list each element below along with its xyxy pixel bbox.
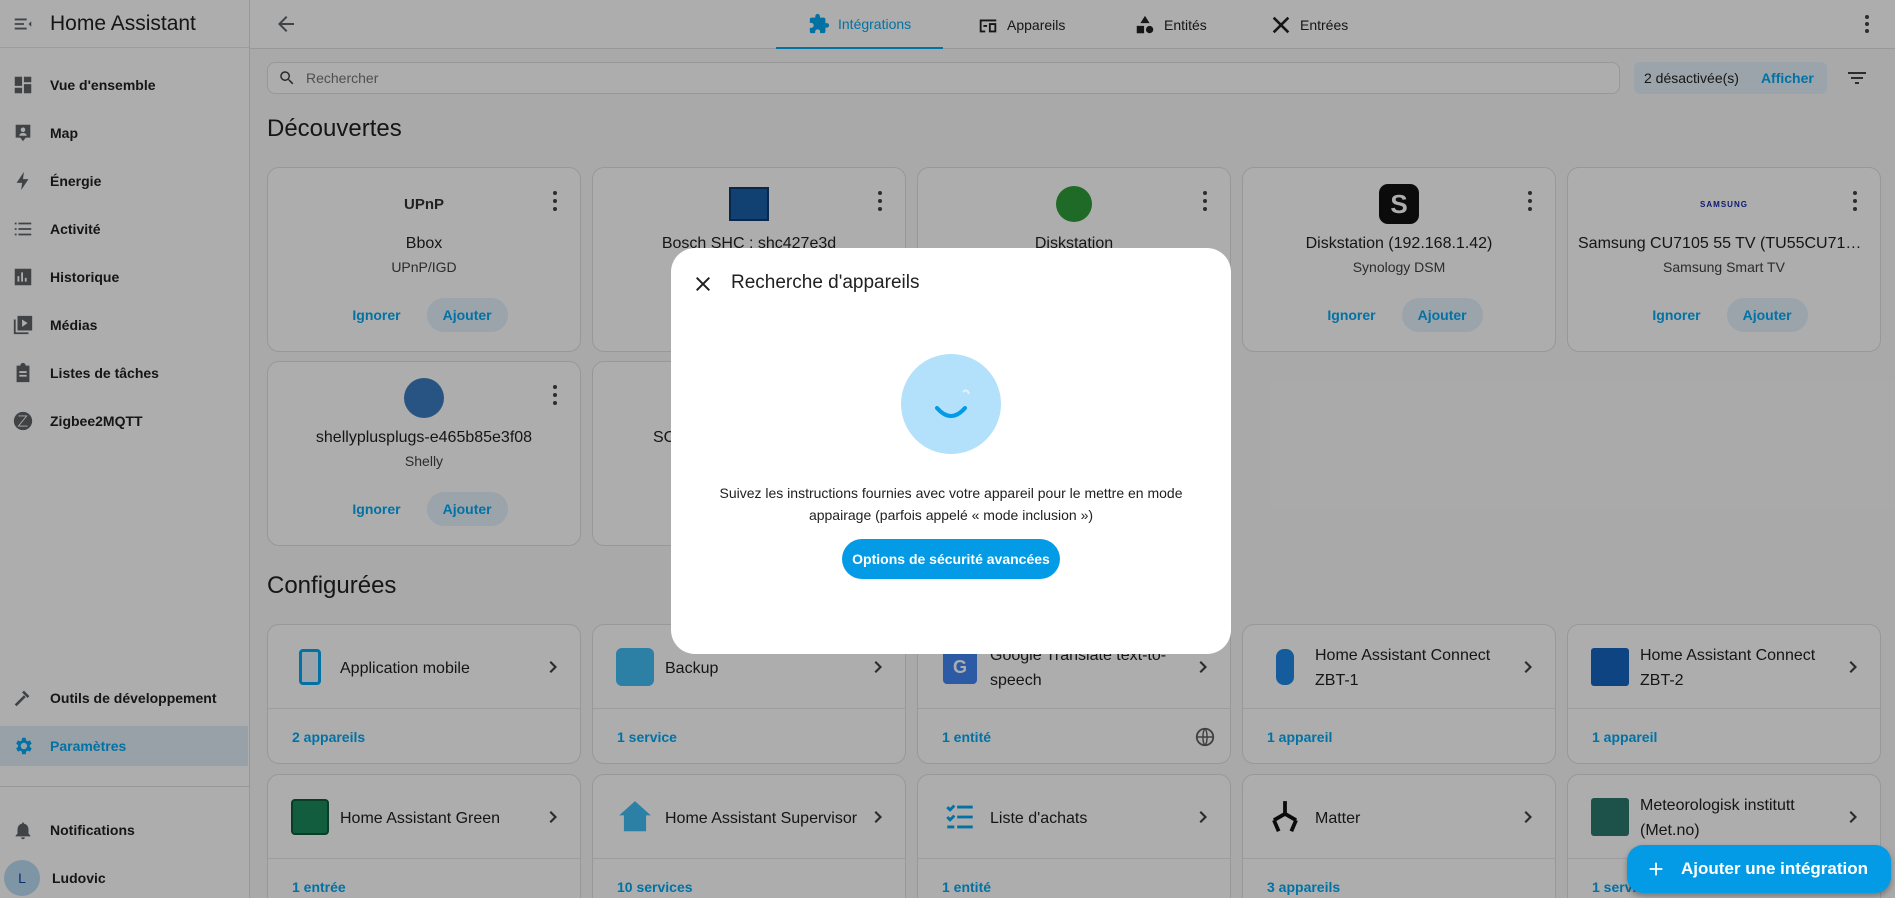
dialog-instructions: Suivez les instructions fournies avec vo… bbox=[719, 485, 1183, 523]
add-integration-button[interactable]: Ajouter une intégration bbox=[1627, 845, 1891, 893]
device-search-dialog: Recherche d'appareils Suivez les instruc… bbox=[671, 248, 1231, 654]
plus-icon bbox=[1649, 862, 1663, 876]
close-icon[interactable] bbox=[691, 272, 715, 296]
dialog-title: Recherche d'appareils bbox=[731, 272, 920, 293]
spinner-icon bbox=[935, 389, 970, 418]
searching-animation bbox=[901, 354, 1001, 454]
fab-label: Ajouter une intégration bbox=[1681, 859, 1868, 878]
advanced-security-options-button[interactable]: Options de sécurité avancées bbox=[842, 539, 1060, 579]
